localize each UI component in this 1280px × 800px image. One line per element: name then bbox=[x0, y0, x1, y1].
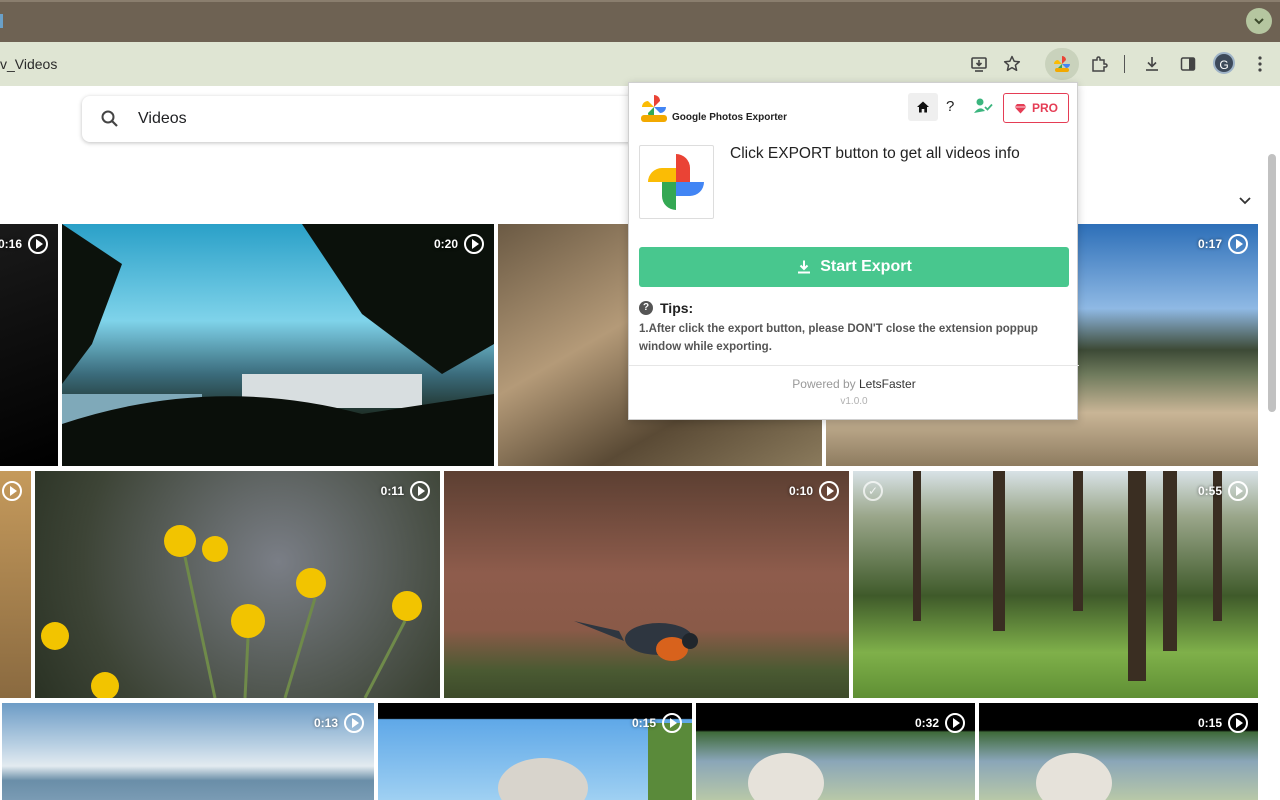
play-icon bbox=[344, 713, 364, 733]
video-tile[interactable]: 0:11 bbox=[35, 471, 440, 698]
start-export-button[interactable]: Start Export bbox=[639, 247, 1069, 287]
powered-prefix: Powered by bbox=[792, 377, 859, 391]
forest-thumbnail bbox=[913, 471, 1222, 681]
user-verified-icon[interactable] bbox=[973, 97, 993, 115]
extensions-puzzle-icon[interactable] bbox=[1087, 52, 1111, 76]
video-duration-badge: 0:32 bbox=[915, 713, 965, 733]
video-duration-badge: 0:20 bbox=[434, 234, 484, 254]
photos-exporter-logo-icon bbox=[641, 95, 667, 122]
app-name: Google Photos Exporter bbox=[672, 112, 788, 123]
play-icon bbox=[1228, 234, 1248, 254]
play-icon bbox=[662, 713, 682, 733]
expand-chevron-icon[interactable] bbox=[1236, 192, 1254, 210]
diamond-icon bbox=[1014, 103, 1027, 113]
video-duration: 0:32 bbox=[914, 716, 939, 730]
address-bar[interactable]: v_Videos bbox=[0, 48, 1040, 80]
flowers-thumbnail bbox=[41, 525, 422, 698]
video-tile[interactable]: 0:15 bbox=[378, 703, 692, 800]
powered-by: Powered by LetsFaster bbox=[629, 377, 1079, 391]
tabstrip-top-line bbox=[0, 0, 1280, 2]
video-tile[interactable]: 0:32 bbox=[696, 703, 975, 800]
play-icon bbox=[1228, 481, 1248, 501]
home-button[interactable] bbox=[908, 93, 938, 121]
video-duration-badge: 0:55 bbox=[1198, 481, 1248, 501]
video-duration-badge: 0:13 bbox=[314, 713, 364, 733]
downloads-icon[interactable] bbox=[1140, 52, 1164, 76]
video-duration: 0:20 bbox=[433, 237, 458, 251]
tab-edge[interactable] bbox=[0, 14, 3, 28]
video-tile[interactable] bbox=[0, 471, 31, 698]
search-icon[interactable] bbox=[100, 109, 120, 129]
extension-popup: Google Photos Exporter ? PRO Click EXPOR… bbox=[628, 82, 1079, 420]
video-duration: 0:15 bbox=[631, 716, 656, 730]
photos-exporter-extension-icon[interactable] bbox=[1050, 52, 1074, 76]
tab-search-button[interactable] bbox=[1246, 8, 1272, 34]
video-tile[interactable]: 0:15 bbox=[979, 703, 1258, 800]
google-photos-app-icon bbox=[639, 145, 714, 219]
browser-menu-icon[interactable] bbox=[1248, 52, 1272, 76]
toolbar-separator bbox=[1124, 55, 1125, 73]
video-tile[interactable]: 0:20 bbox=[62, 224, 494, 466]
version-label: v1.0.0 bbox=[840, 396, 868, 407]
powered-brand-link[interactable]: LetsFaster bbox=[859, 377, 916, 391]
help-button[interactable]: ? bbox=[946, 98, 954, 115]
play-icon bbox=[410, 481, 430, 501]
palm-scene-thumbnail bbox=[62, 224, 494, 466]
browser-tabstrip bbox=[0, 0, 1280, 42]
instruction-text: Click EXPORT button to get all videos in… bbox=[730, 145, 1020, 162]
chevron-down-icon bbox=[1254, 18, 1264, 25]
video-duration: 0:10 bbox=[788, 484, 813, 498]
video-duration: 0:15 bbox=[1197, 716, 1222, 730]
side-panel-icon[interactable] bbox=[1176, 52, 1200, 76]
video-tile[interactable]: 0:16 bbox=[0, 224, 58, 466]
tips-body: 1.After click the export button, please … bbox=[639, 323, 1038, 353]
download-icon bbox=[798, 260, 811, 274]
video-tile[interactable]: 0:10 bbox=[444, 471, 849, 698]
play-icon bbox=[945, 713, 965, 733]
play-icon bbox=[1228, 713, 1248, 733]
video-tile[interactable]: ✓ 0:55 bbox=[853, 471, 1258, 698]
video-duration: 0:17 bbox=[1197, 237, 1222, 251]
home-icon bbox=[917, 101, 929, 113]
question-circle-icon: ? bbox=[639, 301, 653, 315]
video-duration: 0:13 bbox=[313, 716, 338, 730]
video-duration-badge: 0:15 bbox=[632, 713, 682, 733]
pro-label: PRO bbox=[1031, 101, 1058, 115]
profile-avatar[interactable]: G bbox=[1213, 52, 1235, 74]
video-duration-badge: 0:10 bbox=[789, 481, 839, 501]
play-icon bbox=[819, 481, 839, 501]
video-duration-badge: 0:17 bbox=[1198, 234, 1248, 254]
select-check-icon[interactable]: ✓ bbox=[863, 481, 883, 501]
video-duration-badge: 0:11 bbox=[381, 481, 430, 501]
install-app-icon[interactable] bbox=[967, 52, 991, 76]
photos-search-bar[interactable]: Videos bbox=[82, 96, 682, 142]
page-scrollbar[interactable] bbox=[1268, 154, 1276, 412]
address-bar-text[interactable]: v_Videos bbox=[0, 48, 57, 80]
start-export-label: Start Export bbox=[820, 258, 912, 275]
pro-button[interactable]: PRO bbox=[1003, 93, 1069, 123]
play-icon bbox=[464, 234, 484, 254]
video-duration-badge: 0:15 bbox=[1198, 713, 1248, 733]
bird-thumbnail bbox=[574, 621, 698, 661]
search-input[interactable]: Videos bbox=[138, 96, 187, 142]
bookmark-star-icon[interactable] bbox=[1000, 52, 1024, 76]
video-tile[interactable]: 0:13 bbox=[2, 703, 374, 800]
popup-divider bbox=[629, 365, 1079, 366]
video-duration-badge: 0:16 bbox=[0, 234, 48, 254]
tips-title: Tips: bbox=[660, 300, 694, 316]
play-icon bbox=[28, 234, 48, 254]
video-duration: 0:16 bbox=[0, 237, 22, 251]
video-duration: 0:55 bbox=[1197, 484, 1222, 498]
video-duration: 0:11 bbox=[380, 484, 404, 498]
play-icon bbox=[2, 481, 22, 501]
